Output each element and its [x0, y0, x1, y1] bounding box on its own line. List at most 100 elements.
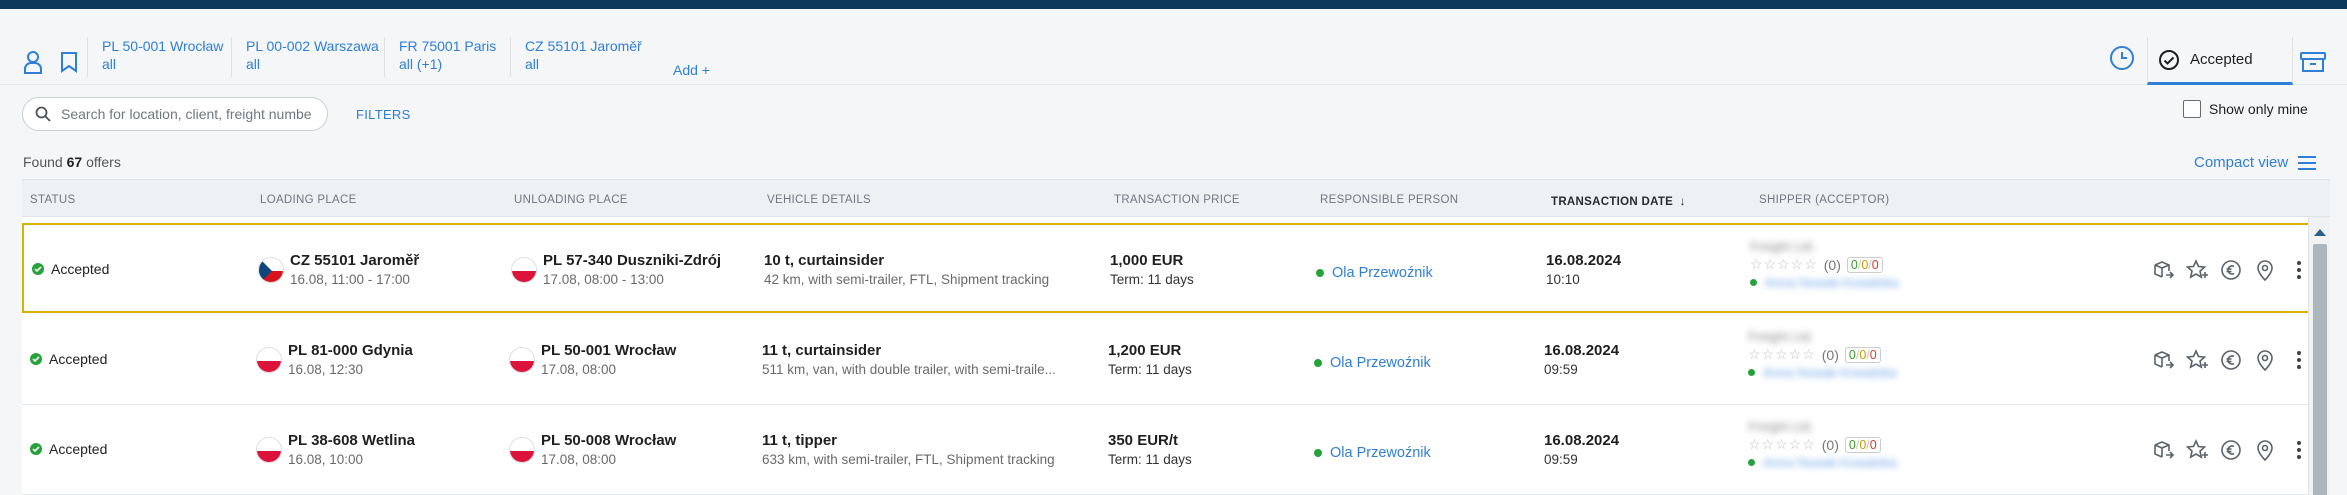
online-dot: [1750, 279, 1757, 286]
check-icon: [32, 263, 44, 275]
responsible-person-cell: Ola Przewoźnik: [1314, 355, 1431, 371]
star-add-icon[interactable]: [2180, 259, 2214, 281]
loading-place-cell: PL 81-000 Gdynia 16.08, 12:30: [256, 341, 413, 380]
responsible-person-link[interactable]: Ola Przewoźnik: [1330, 355, 1431, 371]
tab-accepted[interactable]: Accepted: [2147, 37, 2293, 85]
saved-search-2[interactable]: PL 00-002 Warszawa all: [231, 37, 393, 77]
filters-button[interactable]: FILTERS: [356, 107, 411, 122]
transaction-date-cell: 16.08.2024 09:59: [1544, 431, 1619, 470]
column-header-vehicle-details[interactable]: VEHICLE DETAILS: [767, 194, 871, 206]
euro-icon[interactable]: [2214, 349, 2248, 371]
star-add-icon[interactable]: [2180, 349, 2214, 371]
score-badge: 0/0/0: [1846, 256, 1883, 273]
status-cell: Accepted: [30, 351, 107, 367]
loading-time: 16.08, 11:00 - 17:00: [290, 272, 410, 287]
share-package-icon[interactable]: [2146, 259, 2180, 281]
score-badge: 0/0/0: [1844, 346, 1881, 363]
responsible-person-link[interactable]: Ola Przewoźnik: [1332, 265, 1433, 281]
unloading-place-cell: PL 57-340 Duszniki-Zdrój 17.08, 08:00 - …: [511, 251, 721, 290]
column-header-status[interactable]: STATUS: [30, 194, 75, 206]
offers-table: Accepted CZ 55101 Jaroměř 16.08, 11:00 -…: [22, 217, 2330, 495]
search-input[interactable]: [61, 106, 311, 122]
score-badge: 0/0/0: [1844, 436, 1881, 453]
column-header-shipper[interactable]: SHIPPER (ACCEPTOR): [1759, 194, 1889, 206]
scrollbar-thumb[interactable]: [2313, 244, 2327, 495]
user-icon[interactable]: [20, 49, 46, 75]
shipper-name[interactable]: Freight Ltd.: [1748, 419, 1897, 434]
column-header-responsible-person[interactable]: RESPONSIBLE PERSON: [1320, 194, 1458, 206]
flag-cz-icon: [258, 257, 284, 283]
transaction-date: 16.08.2024: [1546, 252, 1622, 269]
transaction-date: 16.08.2024: [1544, 432, 1620, 449]
loading-time: 16.08, 10:00: [288, 452, 364, 467]
responsible-person-link[interactable]: Ola Przewoźnik: [1330, 445, 1431, 461]
archive-icon[interactable]: [2300, 51, 2326, 78]
column-header-loading-place[interactable]: LOADING PLACE: [260, 194, 357, 206]
location-pin-icon[interactable]: [2248, 259, 2282, 281]
shipper-name[interactable]: Freight Ltd.: [1750, 239, 1899, 254]
location-pin-icon[interactable]: [2248, 439, 2282, 461]
saved-search-scope: all (+1): [399, 56, 443, 72]
saved-search-4[interactable]: CZ 55101 Jaroměř all: [510, 37, 656, 77]
vehicle-cell: 10 t, curtainsider 42 km, with semi-trai…: [764, 251, 1049, 290]
show-only-mine-checkbox[interactable]: [2183, 100, 2201, 118]
tab-bar: PL 50-001 Wrocław all PL 00-002 Warszawa…: [0, 9, 2347, 85]
loading-place: PL 38-608 Wetlina: [288, 432, 416, 449]
vehicle-details: 633 km, with semi-trailer, FTL, Shipment…: [762, 452, 1055, 467]
euro-icon[interactable]: [2214, 439, 2248, 461]
column-header-transaction-price[interactable]: TRANSACTION PRICE: [1114, 194, 1240, 206]
star-add-icon[interactable]: [2180, 439, 2214, 461]
shipper-cell: Freight Ltd. ☆☆☆☆☆ (0) 0/0/0 Anna Nowak-…: [1750, 239, 1899, 290]
saved-search-1[interactable]: PL 50-001 Wrocław all: [87, 37, 237, 77]
table-row[interactable]: Accepted PL 81-000 Gdynia 16.08, 12:30 P…: [22, 315, 2310, 405]
acceptor-link[interactable]: Anna Nowak-Kowalska: [1765, 275, 1899, 290]
acceptor-link[interactable]: Anna Nowak-Kowalska: [1763, 365, 1897, 380]
show-only-mine-toggle[interactable]: Show only mine: [2183, 100, 2308, 118]
row-actions: [2146, 349, 2316, 371]
share-package-icon[interactable]: [2146, 349, 2180, 371]
star-rating-icon: ☆☆☆☆☆: [1748, 346, 1816, 362]
check-circle-icon: [2159, 49, 2179, 70]
saved-search-location: FR 75001 Paris: [399, 38, 497, 54]
acceptor-link[interactable]: Anna Nowak-Kowalska: [1763, 455, 1897, 470]
euro-icon[interactable]: [2214, 259, 2248, 281]
saved-search-3[interactable]: FR 75001 Paris all (+1): [384, 37, 510, 77]
shipper-name[interactable]: Freight Ltd.: [1748, 329, 1897, 344]
add-saved-search-button[interactable]: Add +: [673, 62, 710, 78]
table-row[interactable]: Accepted CZ 55101 Jaroměř 16.08, 11:00 -…: [22, 223, 2310, 313]
loading-place-cell: CZ 55101 Jaroměř 16.08, 11:00 - 17:00: [258, 251, 419, 290]
bookmark-icon[interactable]: [56, 49, 82, 75]
price-value: 1,000 EUR: [1110, 252, 1184, 269]
responsible-person-cell: Ola Przewoźnik: [1314, 445, 1431, 461]
location-pin-icon[interactable]: [2248, 349, 2282, 371]
column-header-unloading-place[interactable]: UNLOADING PLACE: [514, 194, 628, 206]
share-package-icon[interactable]: [2146, 439, 2180, 461]
status-text: Accepted: [51, 261, 110, 277]
row-actions: [2146, 439, 2316, 461]
saved-search-location: PL 00-002 Warszawa: [246, 38, 379, 54]
scroll-up-arrow-icon[interactable]: [2314, 229, 2326, 236]
sort-down-icon: ↓: [1679, 194, 1686, 208]
rating: ☆☆☆☆☆ (0) 0/0/0: [1750, 256, 1899, 273]
compact-view-button[interactable]: Compact view: [2194, 154, 2317, 171]
row-actions: [2146, 259, 2316, 281]
check-icon: [30, 353, 42, 365]
transaction-date-label: TRANSACTION DATE: [1551, 196, 1674, 208]
tab-accepted-label: Accepted: [2190, 51, 2253, 68]
vehicle-details: 42 km, with semi-trailer, FTL, Shipment …: [764, 272, 1050, 287]
found-count: 67: [66, 154, 83, 170]
unloading-time: 17.08, 08:00: [541, 452, 617, 467]
history-icon[interactable]: [2109, 45, 2137, 73]
search-box: [22, 97, 328, 131]
column-header-transaction-date[interactable]: TRANSACTION DATE ↓: [1551, 194, 1686, 208]
vertical-scrollbar[interactable]: [2308, 217, 2330, 495]
rating: ☆☆☆☆☆ (0) 0/0/0: [1748, 436, 1897, 453]
found-suffix: offers: [86, 154, 121, 170]
table-row[interactable]: Accepted PL 38-608 Wetlina 16.08, 10:00 …: [22, 405, 2310, 495]
flag-pl-icon: [256, 347, 282, 373]
flag-pl-icon: [509, 437, 535, 463]
show-only-mine-label: Show only mine: [2209, 101, 2308, 117]
unloading-place-cell: PL 50-008 Wrocław 17.08, 08:00: [509, 431, 676, 470]
price-cell: 350 EUR/t Term: 11 days: [1108, 431, 1192, 470]
flag-pl-icon: [509, 347, 535, 373]
